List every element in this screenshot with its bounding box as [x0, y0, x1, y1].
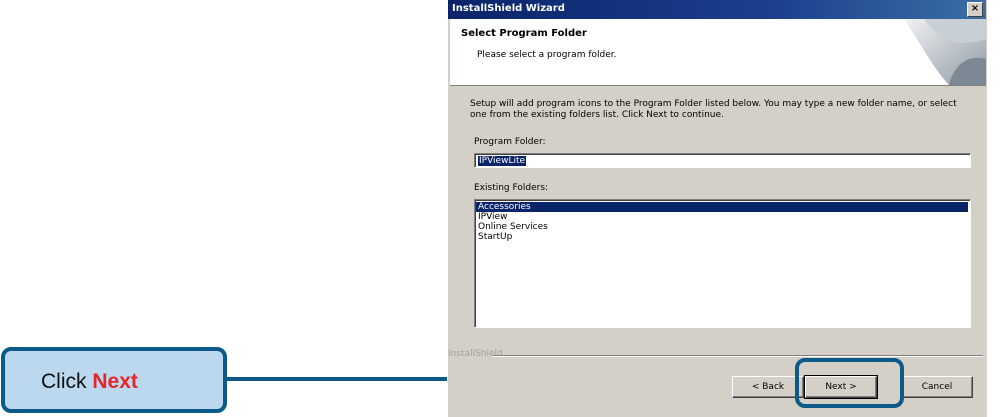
existing-folders-list[interactable]: Accessories IPView Online Services Start…	[474, 199, 971, 328]
installshield-brand: InstallShield	[448, 349, 503, 359]
callout-prefix: Click	[41, 370, 87, 393]
cancel-button[interactable]: Cancel	[901, 376, 973, 398]
back-button[interactable]: < Back	[732, 376, 804, 398]
callout-text: Click Next	[41, 370, 138, 394]
wizard-header: Select Program Folder Please select a pr…	[450, 19, 986, 86]
footer-divider	[493, 355, 983, 357]
next-button-highlight	[795, 358, 904, 408]
list-item[interactable]: StartUp	[476, 232, 968, 242]
title-bar[interactable]: InstallShield Wizard ×	[448, 0, 986, 19]
wizard-art-icon	[904, 19, 986, 85]
description-text: Setup will add program icons to the Prog…	[470, 99, 957, 120]
list-item[interactable]: Online Services	[476, 222, 968, 232]
program-folder-value: IPViewLite	[478, 156, 527, 166]
installshield-dialog: InstallShield Wizard × Select Program Fo…	[447, 0, 987, 417]
close-icon: ×	[970, 3, 980, 14]
program-folder-input[interactable]: IPViewLite	[474, 153, 971, 168]
header-subtitle: Please select a program folder.	[477, 50, 617, 60]
callout-box: Click Next	[1, 347, 227, 413]
existing-folders-label: Existing Folders:	[474, 183, 549, 193]
close-button[interactable]: ×	[967, 2, 983, 17]
list-item[interactable]: Accessories	[476, 202, 968, 212]
window-title: InstallShield Wizard	[452, 3, 565, 14]
program-folder-label: Program Folder:	[474, 137, 546, 147]
callout-emphasis: Next	[92, 370, 138, 393]
list-item[interactable]: IPView	[476, 212, 968, 222]
header-title: Select Program Folder	[461, 28, 587, 39]
